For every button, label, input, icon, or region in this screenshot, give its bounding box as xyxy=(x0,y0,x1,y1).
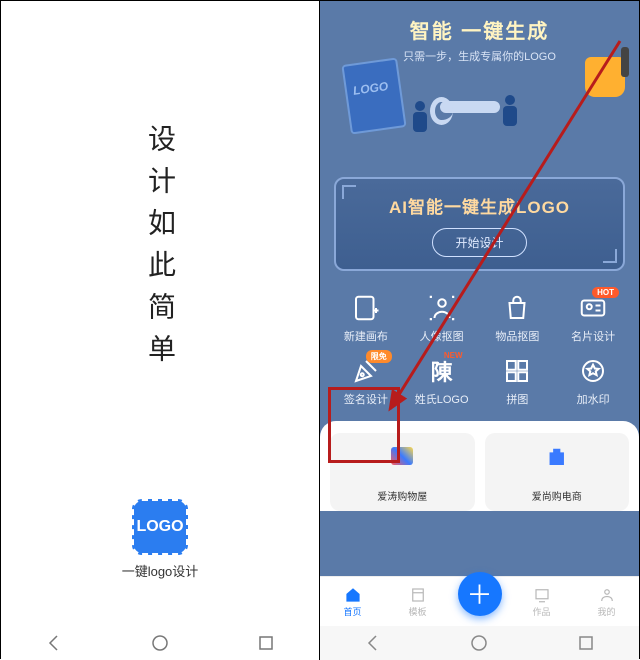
hot-badge: HOT xyxy=(592,287,619,298)
template-card[interactable]: 爱尚购电商 xyxy=(485,433,630,511)
hero-doc-icon xyxy=(341,57,406,134)
hero-banner: 智能 一键生成 只需一步，生成专属你的LOGO xyxy=(320,1,639,171)
hero-title: 智能 一键生成 xyxy=(330,15,629,44)
tool-label: 新建画布 xyxy=(344,328,388,344)
collage-icon xyxy=(502,356,532,386)
card-label: 爱涛购物屋 xyxy=(377,488,427,503)
tab-home[interactable]: 首页 xyxy=(328,586,378,618)
bag-icon xyxy=(502,293,532,323)
tool-object-cutout[interactable]: 物品抠图 xyxy=(480,289,556,348)
shop-logo-icon xyxy=(391,447,413,465)
template-cards: 爱涛购物屋 爱尚购电商 xyxy=(320,421,639,511)
hero-person-icon xyxy=(410,101,430,135)
tool-business-card[interactable]: HOT 名片设计 xyxy=(555,289,631,348)
tools-grid: 新建画布 人像抠图 物品抠图 HOT 名片设计 限免 签名设计 NEW 陳 姓氏… xyxy=(320,283,639,421)
app-home-screen: 智能 一键生成 只需一步，生成专属你的LOGO AI智能一键生成LOGO 开始设… xyxy=(320,1,639,660)
hero-paint-bucket-icon xyxy=(585,57,625,97)
nav-home-icon[interactable] xyxy=(150,633,170,653)
hero-wrench-icon xyxy=(440,101,500,113)
tool-collage[interactable]: 拼图 xyxy=(480,352,556,411)
person-cutout-icon xyxy=(427,293,457,323)
works-icon xyxy=(533,586,551,604)
hero-illustration xyxy=(320,51,639,171)
nav-back-icon[interactable] xyxy=(363,633,383,653)
bottom-tab-bar: 首页 模板 ＋ 作品 我的 xyxy=(320,576,639,626)
ai-banner-title: AI智能一键生成LOGO xyxy=(344,193,615,218)
home-icon xyxy=(344,586,362,604)
nav-home-icon[interactable] xyxy=(469,633,489,653)
tool-surname-logo[interactable]: NEW 陳 姓氏LOGO xyxy=(404,352,480,411)
tab-label: 首页 xyxy=(343,605,361,618)
new-badge: NEW xyxy=(439,350,468,361)
app-logo-text: LOGO xyxy=(136,518,183,536)
splash-slogan: 设计如此简单 xyxy=(140,124,180,376)
tool-label: 加水印 xyxy=(577,391,610,407)
hero-person-icon xyxy=(500,95,520,129)
tab-works[interactable]: 作品 xyxy=(517,586,567,618)
tool-label: 物品抠图 xyxy=(495,328,539,344)
star-badge-icon xyxy=(578,356,608,386)
tool-label: 签名设计 xyxy=(344,391,388,407)
start-design-button[interactable]: 开始设计 xyxy=(432,228,526,257)
card-label: 爱尚购电商 xyxy=(532,488,582,503)
tool-watermark[interactable]: 加水印 xyxy=(555,352,631,411)
app-logo: LOGO xyxy=(132,499,188,555)
tool-label: 名片设计 xyxy=(571,328,615,344)
system-nav-right xyxy=(320,626,639,660)
create-fab[interactable]: ＋ xyxy=(458,572,502,616)
shopping-bag-icon xyxy=(548,447,566,465)
tool-label: 人像抠图 xyxy=(420,328,464,344)
tab-label: 作品 xyxy=(532,605,550,618)
tool-signature-design[interactable]: 限免 签名设计 xyxy=(328,352,404,411)
template-card[interactable]: 爱涛购物屋 xyxy=(330,433,475,511)
free-badge: 限免 xyxy=(366,350,392,363)
person-icon xyxy=(598,586,616,604)
tool-label: 姓氏LOGO xyxy=(415,391,469,407)
tab-mine[interactable]: 我的 xyxy=(582,586,632,618)
ai-generate-banner[interactable]: AI智能一键生成LOGO 开始设计 xyxy=(334,177,625,271)
tab-label: 我的 xyxy=(597,605,615,618)
tool-portrait-cutout[interactable]: 人像抠图 xyxy=(404,289,480,348)
system-nav-left xyxy=(1,626,319,660)
templates-icon xyxy=(409,586,427,604)
nav-back-icon[interactable] xyxy=(44,633,64,653)
tab-label: 模板 xyxy=(408,605,426,618)
nav-recent-icon[interactable] xyxy=(576,633,596,653)
canvas-plus-icon xyxy=(351,293,381,323)
tab-templates[interactable]: 模板 xyxy=(393,586,443,618)
app-logo-label: 一键logo设计 xyxy=(122,561,199,580)
tool-label: 拼图 xyxy=(506,391,528,407)
nav-recent-icon[interactable] xyxy=(256,633,276,653)
plus-icon: ＋ xyxy=(466,575,492,612)
tool-new-canvas[interactable]: 新建画布 xyxy=(328,289,404,348)
splash-screen: 设计如此简单 LOGO 一键logo设计 xyxy=(1,1,320,660)
